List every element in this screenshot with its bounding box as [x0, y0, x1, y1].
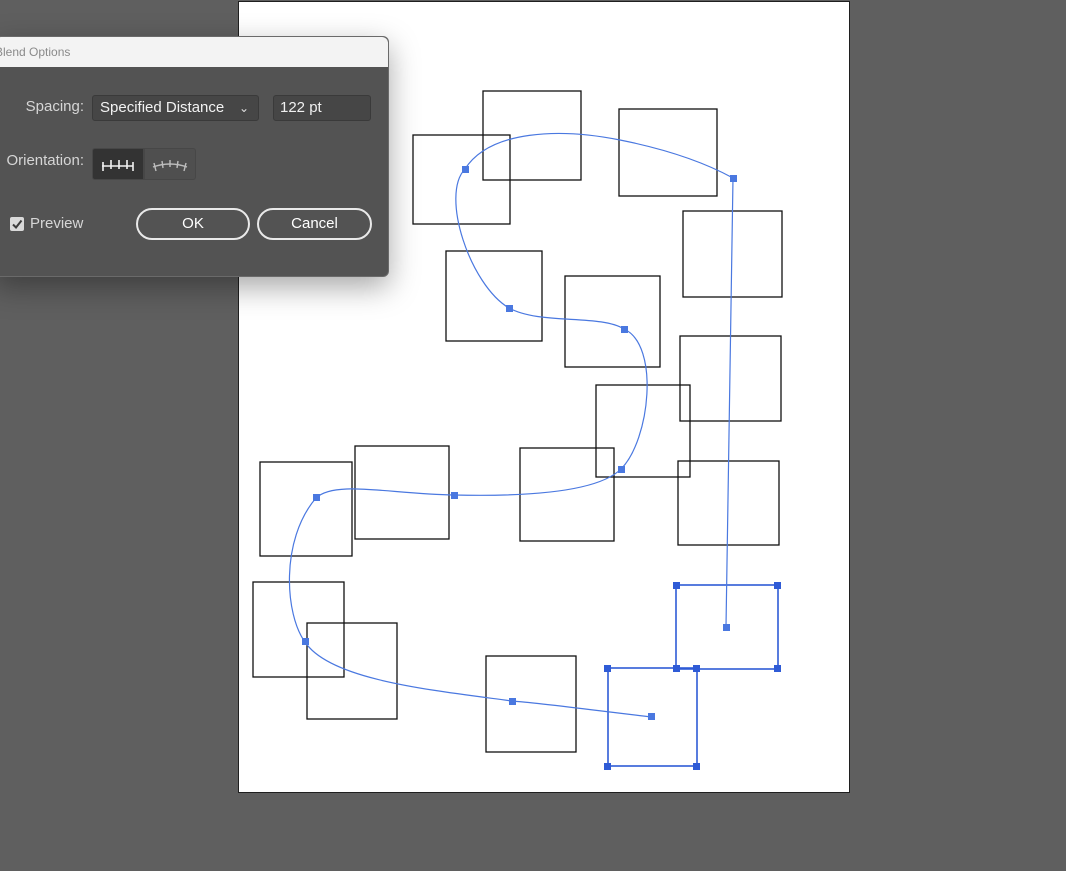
- selection-handle[interactable]: [604, 665, 611, 672]
- anchor-point[interactable]: [730, 175, 737, 182]
- anchor-point[interactable]: [621, 326, 628, 333]
- blend-square[interactable]: [485, 655, 577, 753]
- preview-label[interactable]: Preview: [30, 215, 83, 232]
- dialog-titlebar[interactable]: Blend Options: [0, 37, 388, 67]
- align-to-path-button[interactable]: [144, 148, 196, 180]
- anchor-point[interactable]: [302, 638, 309, 645]
- blend-square[interactable]: [306, 622, 398, 720]
- selection-handle[interactable]: [774, 665, 781, 672]
- selection-handle[interactable]: [693, 763, 700, 770]
- blend-square[interactable]: [564, 275, 661, 368]
- anchor-point[interactable]: [313, 494, 320, 501]
- anchor-point[interactable]: [509, 698, 516, 705]
- orientation-label: Orientation:: [6, 152, 84, 169]
- preview-checkbox[interactable]: [10, 217, 24, 231]
- blend-square[interactable]: [259, 461, 353, 557]
- selection-handle[interactable]: [693, 665, 700, 672]
- dialog-title: Blend Options: [0, 45, 71, 59]
- spacing-value: Specified Distance: [100, 99, 225, 116]
- align-to-path-icon: [152, 160, 188, 172]
- selection-handle[interactable]: [774, 582, 781, 589]
- spacing-label: Spacing:: [25, 98, 84, 115]
- align-to-page-icon: [102, 160, 134, 171]
- blend-square[interactable]: [519, 447, 615, 542]
- blend-square[interactable]: [618, 108, 718, 197]
- selection-handle[interactable]: [673, 582, 680, 589]
- selection-handle[interactable]: [604, 763, 611, 770]
- checkmark-icon: [12, 219, 23, 230]
- anchor-point[interactable]: [451, 492, 458, 499]
- blend-square[interactable]: [595, 384, 691, 478]
- selection-handle[interactable]: [673, 665, 680, 672]
- anchor-point[interactable]: [618, 466, 625, 473]
- spacing-dropdown[interactable]: Specified Distance ⌄: [92, 95, 259, 121]
- anchor-point[interactable]: [506, 305, 513, 312]
- chevron-down-icon: ⌄: [238, 101, 249, 115]
- anchor-point[interactable]: [462, 166, 469, 173]
- cancel-button[interactable]: Cancel: [257, 208, 372, 240]
- anchor-point[interactable]: [648, 713, 655, 720]
- ok-button[interactable]: OK: [136, 208, 250, 240]
- anchor-point[interactable]: [723, 624, 730, 631]
- distance-input[interactable]: 122 pt: [273, 95, 371, 121]
- align-to-page-button[interactable]: [92, 148, 144, 180]
- blend-options-dialog: Blend Options Spacing: Specified Distanc…: [0, 36, 389, 277]
